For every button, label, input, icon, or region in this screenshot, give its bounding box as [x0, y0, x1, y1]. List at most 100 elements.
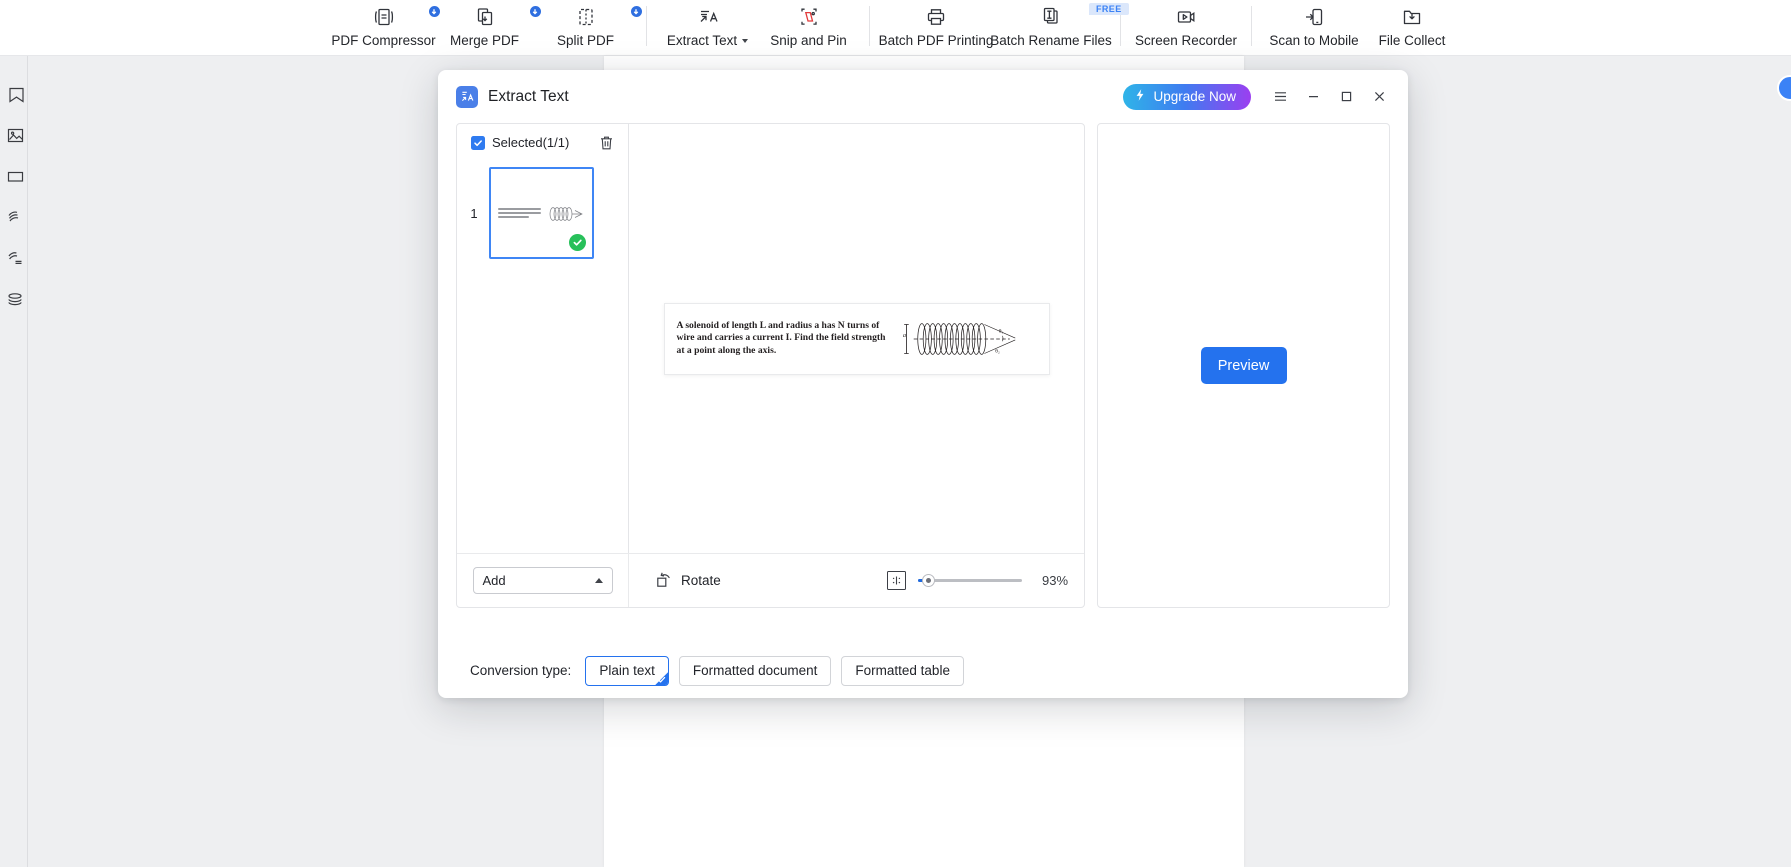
- zoom-controls: 93%: [887, 571, 1068, 590]
- snip-and-pin-icon: [795, 4, 823, 30]
- layers-icon: [7, 291, 24, 313]
- add-select-wrapper: Add: [457, 554, 629, 607]
- chevron-up-icon: [594, 578, 603, 583]
- thumbnail-page-1[interactable]: [489, 167, 594, 259]
- toolbar-group-batch: Batch PDF Printing FREE Batch Rename Fil…: [870, 0, 1129, 55]
- free-badge: FREE: [1089, 3, 1129, 15]
- svg-text:a: a: [902, 332, 905, 339]
- pages-bottom-toolbar: Add Rotate 93%: [457, 553, 1085, 607]
- pages-panel: Selected(1/1) 1 A solenoid of length L a…: [456, 123, 1086, 608]
- sidebar-item-stack[interactable]: [0, 199, 28, 240]
- toolbar-item-pdf-compressor[interactable]: PDF Compressor: [331, 0, 441, 49]
- thumbnail-selected-check-icon: [569, 234, 586, 251]
- minimize-icon[interactable]: [1298, 82, 1328, 112]
- zoom-slider[interactable]: [918, 574, 1023, 588]
- document-preview-text: A solenoid of length L and radius a has …: [676, 319, 886, 356]
- toolbar-label: Merge PDF: [449, 33, 520, 48]
- conversion-option-formatted-document[interactable]: Formatted document: [678, 655, 832, 686]
- application-window: PDF Compressor Merge PDF Split PDF Extra…: [0, 0, 1791, 867]
- sidebar-item-bookmark[interactable]: [0, 76, 28, 117]
- screen-recorder-icon: [1172, 4, 1200, 30]
- extract-text-icon: [694, 4, 722, 30]
- zoom-slider-handle[interactable]: [921, 574, 935, 587]
- upgrade-now-button[interactable]: Upgrade Now: [1123, 83, 1251, 110]
- toolbar-item-snip-and-pin[interactable]: Snip and Pin: [758, 0, 859, 49]
- document-preview-card[interactable]: A solenoid of length L and radius a has …: [663, 302, 1050, 375]
- conversion-option-label: Formatted table: [855, 663, 950, 678]
- floating-action-button[interactable]: [1777, 75, 1791, 101]
- bookmark-icon: [7, 86, 24, 108]
- merge-pdf-icon: [471, 4, 542, 30]
- sidebar-item-image[interactable]: [0, 117, 28, 158]
- toolbar-label: File Collect: [1378, 33, 1446, 48]
- toolbar-item-screen-recorder[interactable]: Screen Recorder: [1131, 0, 1241, 49]
- layers-list-icon: [7, 250, 24, 272]
- svg-text:θ₁: θ₁: [998, 328, 1003, 334]
- toolbar-label: Split PDF: [556, 33, 614, 48]
- extract-text-dialog: Extract Text Upgrade Now Selected(1/1) 1…: [438, 70, 1408, 698]
- rotate-label: Rotate: [681, 573, 721, 588]
- toolbar-item-scan-to-mobile[interactable]: Scan to Mobile: [1262, 0, 1366, 49]
- lightning-icon: [1133, 88, 1147, 105]
- upgrade-now-label: Upgrade Now: [1153, 89, 1236, 104]
- toolbar-group-mobile: Scan to Mobile File Collect: [1252, 0, 1468, 55]
- toolbar-item-split-pdf[interactable]: Split PDF: [535, 0, 643, 49]
- trash-icon[interactable]: [596, 133, 616, 153]
- conversion-option-formatted-table[interactable]: Formatted table: [841, 655, 964, 686]
- sidebar-item-rectangle[interactable]: [0, 158, 28, 199]
- check-icon: [657, 675, 666, 684]
- add-dropdown-label: Add: [482, 573, 506, 588]
- thumbnail-mini-content: [498, 205, 585, 223]
- toolbar-group-pdf-tools: PDF Compressor Merge PDF Split PDF: [323, 0, 646, 55]
- maximize-icon[interactable]: [1331, 82, 1361, 112]
- toolbar-item-batch-pdf-printing[interactable]: Batch PDF Printing: [879, 0, 993, 49]
- selected-count-label: Selected(1/1): [492, 135, 570, 150]
- toolbar-label: Snip and Pin: [770, 33, 847, 48]
- conversion-option-label: Plain text: [599, 663, 655, 678]
- thumbnail-header: Selected(1/1): [457, 124, 628, 161]
- toolbar-group-extract: Extract Text Snip and Pin: [647, 0, 869, 55]
- thumbnail-index: 1: [470, 205, 478, 221]
- thumbnail-list: 1: [457, 161, 628, 553]
- dialog-titlebar: Extract Text Upgrade Now: [438, 70, 1408, 123]
- toolbar-item-batch-rename-files[interactable]: FREE Batch Rename Files: [990, 0, 1129, 49]
- download-badge-icon: [629, 5, 643, 18]
- batch-pdf-printing-icon: [922, 4, 950, 30]
- dialog-title: Extract Text: [488, 87, 569, 105]
- rectangle-icon: [7, 168, 24, 190]
- left-sidebar-rail: [0, 56, 28, 867]
- conversion-option-plain-text[interactable]: Plain text: [585, 655, 669, 686]
- rotate-icon: [656, 571, 673, 591]
- toolbar-item-merge-pdf[interactable]: Merge PDF: [434, 0, 542, 49]
- conversion-type-label: Conversion type:: [470, 663, 572, 678]
- pages-main: Selected(1/1) 1 A solenoid of length L a…: [457, 124, 1084, 553]
- toolbar-label: Screen Recorder: [1134, 33, 1238, 48]
- toolbar-item-file-collect[interactable]: File Collect: [1366, 0, 1458, 49]
- toolbar-item-extract-text[interactable]: Extract Text: [657, 0, 758, 49]
- document-preview-column: A solenoid of length L and radius a has …: [629, 124, 1084, 553]
- conversion-option-label: Formatted document: [692, 663, 818, 678]
- add-dropdown[interactable]: Add: [472, 567, 613, 594]
- close-icon[interactable]: [1364, 82, 1394, 112]
- thumbnail-solenoid-figure: [549, 207, 583, 221]
- rotate-button[interactable]: Rotate: [656, 571, 721, 591]
- stack-icon: [7, 209, 24, 231]
- fit-page-icon[interactable]: [887, 571, 907, 590]
- preview-button[interactable]: Preview: [1200, 347, 1287, 384]
- solenoid-figure: a θ₁ θ₂: [902, 322, 1015, 355]
- split-pdf-icon: [572, 4, 643, 30]
- zoom-level-label: 93%: [1042, 573, 1069, 588]
- scan-to-mobile-icon: [1300, 4, 1328, 30]
- dialog-footer: Conversion type: Plain text Formatted do…: [438, 643, 1408, 698]
- sidebar-item-layers[interactable]: [0, 281, 28, 322]
- toolbar-label: Scan to Mobile: [1269, 33, 1359, 48]
- toolbar-group-recorder: Screen Recorder: [1121, 0, 1251, 55]
- result-panel: Preview: [1097, 123, 1390, 608]
- sidebar-item-layers-list[interactable]: [0, 240, 28, 281]
- toolbar-label: Batch Rename Files: [990, 33, 1112, 48]
- image-icon: [7, 127, 24, 149]
- thumbnail-column: Selected(1/1) 1: [457, 124, 629, 553]
- hamburger-icon[interactable]: [1265, 82, 1295, 112]
- select-all-checkbox[interactable]: [471, 135, 485, 150]
- toolbar-label: PDF Compressor: [331, 33, 436, 48]
